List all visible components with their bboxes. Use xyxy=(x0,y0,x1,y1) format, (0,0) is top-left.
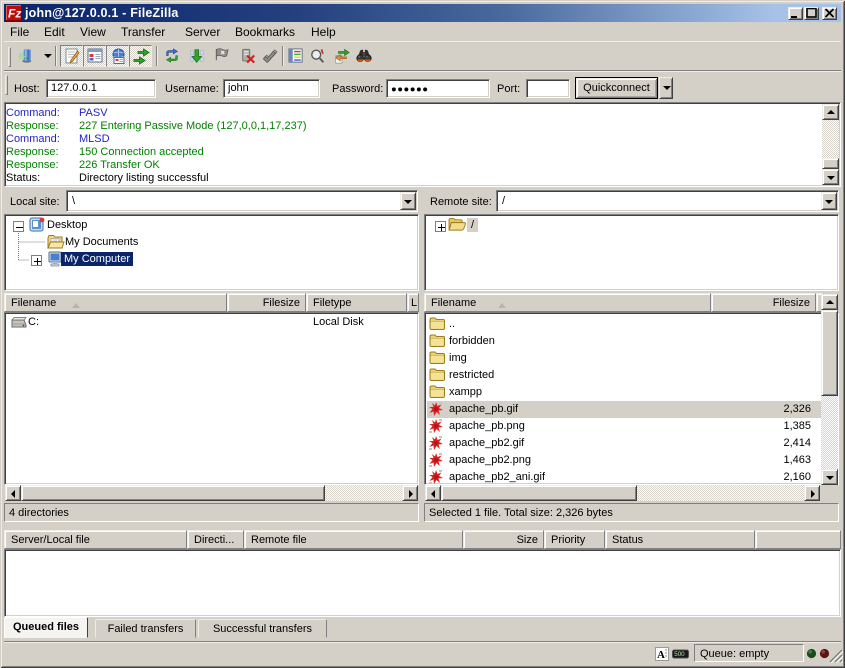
svg-text:Fz: Fz xyxy=(8,7,21,21)
svg-text:A: A xyxy=(657,649,665,661)
svg-text:500: 500 xyxy=(674,651,685,658)
